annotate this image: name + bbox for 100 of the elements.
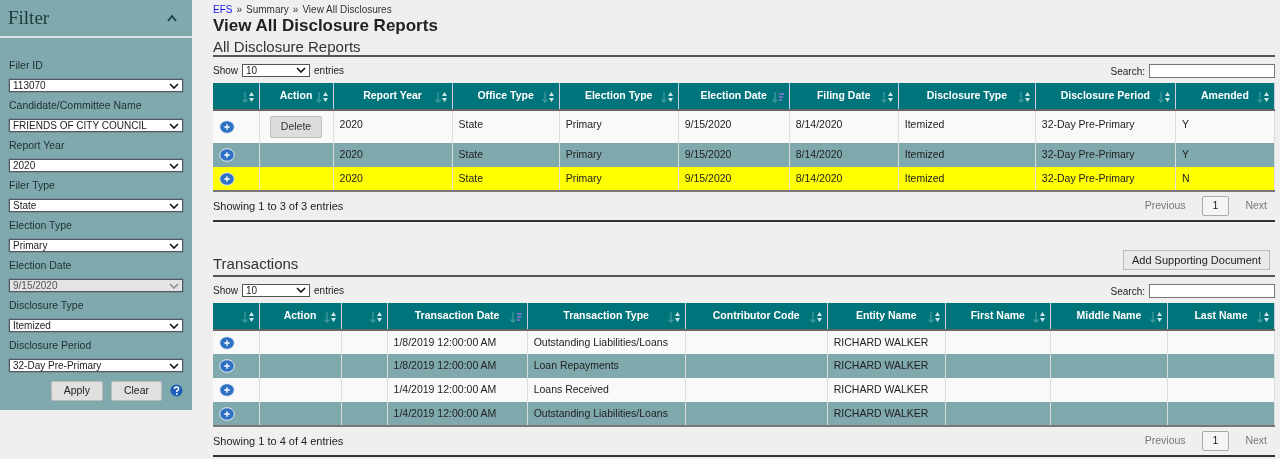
column-header[interactable]: Election Type <box>559 83 679 110</box>
table-cell: 2020 <box>339 118 363 130</box>
column-header[interactable]: Filing Date <box>789 83 899 110</box>
help-icon[interactable] <box>170 384 183 398</box>
field-label: Report Year <box>9 137 66 153</box>
table-cell: 1/8/2019 12:00:00 AM <box>393 359 497 372</box>
table-cell: 8/14/2020 <box>795 118 843 130</box>
expand-icon[interactable] <box>219 359 235 373</box>
page-length-select[interactable]: 10 <box>242 283 310 297</box>
select-field[interactable]: 32-Day Pre-Primary <box>9 359 183 372</box>
column-header[interactable]: Amended <box>1175 83 1275 110</box>
column-header[interactable]: Contributor Code <box>685 303 828 330</box>
table-cell: 2020 <box>339 171 363 184</box>
field-label: Election Date <box>9 257 73 273</box>
breadcrumb-separator: » <box>292 4 299 16</box>
column-header[interactable]: Entity Name <box>827 303 946 330</box>
table-cell: Outstanding Liabilities/Loans <box>533 335 668 348</box>
select-field[interactable]: State <box>9 199 183 212</box>
table-info: Showing 1 to 4 of 4 entries <box>213 433 344 449</box>
select-field[interactable]: FRIENDS OF CITY COUNCIL <box>9 119 183 132</box>
filter-title: Filter <box>8 6 50 30</box>
expand-icon[interactable] <box>219 148 235 162</box>
column-header[interactable]: Middle Name <box>1050 303 1168 330</box>
chevron-down-icon <box>169 202 179 209</box>
chevron-down-icon <box>169 282 179 289</box>
expand-icon[interactable] <box>219 383 235 397</box>
column-header[interactable]: Action <box>259 303 342 330</box>
column-header[interactable]: Office Type <box>452 83 560 110</box>
chevron-down-icon <box>169 162 179 169</box>
breadcrumb-link[interactable]: EFS <box>213 4 233 16</box>
column-header[interactable]: Election Date <box>678 83 790 110</box>
table-row[interactable]: 1/4/2019 12:00:00 AM Outstanding Liabilities/Loans RICHARD WALKER <box>213 402 1275 426</box>
previous-link[interactable]: Previous <box>1144 198 1186 214</box>
table-cell: Outstanding Liabilities/Loans <box>533 406 668 419</box>
expand-icon[interactable] <box>219 120 235 134</box>
column-header[interactable]: Disclosure Type <box>898 83 1036 110</box>
table-row[interactable]: 1/8/2019 12:00:00 AM Outstanding Liabilities/Loans RICHARD WALKER <box>213 330 1275 354</box>
apply-button[interactable]: Apply <box>50 381 103 401</box>
table-cell: 32-Day Pre-Primary <box>1041 171 1135 184</box>
page-length-select[interactable]: 10 <box>242 63 310 77</box>
column-header[interactable]: Transaction Type <box>527 303 686 330</box>
expand-icon[interactable] <box>219 406 235 421</box>
add-document-button[interactable]: Add Supporting Document <box>1122 249 1270 270</box>
chevron-down-icon <box>296 287 306 293</box>
entries-label: entries <box>314 63 345 78</box>
table-cell: Primary <box>565 171 602 184</box>
column-header[interactable]: Disclosure Period <box>1035 83 1176 110</box>
table-row[interactable]: Delete 2020 State Primary 9/15/2020 8/14/2020 Itemized 32-Day Pre-Primary Y <box>213 110 1275 143</box>
field-label: Disclosure Period <box>9 337 93 353</box>
page-button[interactable]: 1 <box>1201 196 1230 216</box>
table-cell: 1/8/2019 12:00:00 AM <box>393 335 497 348</box>
expand-icon[interactable] <box>219 171 235 186</box>
field-label: Filer ID <box>9 57 44 73</box>
table-cell: Loans Received <box>533 383 609 396</box>
select-field[interactable]: 113070 <box>9 79 183 92</box>
table-cell: Itemized <box>904 118 945 130</box>
next-link[interactable]: Next <box>1245 198 1267 214</box>
table-cell: 32-Day Pre-Primary <box>1041 148 1135 161</box>
column-header[interactable]: Transaction Date <box>387 303 528 330</box>
select-field[interactable]: Itemized <box>9 319 183 332</box>
chevron-down-icon <box>169 82 179 89</box>
table-cell: 8/14/2020 <box>795 171 843 184</box>
sort-header[interactable] <box>341 303 388 330</box>
column-header[interactable]: First Name <box>945 303 1051 330</box>
select-field[interactable]: 2020 <box>9 159 183 172</box>
breadcrumb-separator: » <box>236 4 242 16</box>
table-cell: RICHARD WALKER <box>833 406 929 419</box>
delete-button[interactable]: Delete <box>269 116 323 138</box>
next-link[interactable]: Next <box>1245 433 1267 449</box>
clear-button[interactable]: Clear <box>110 381 162 401</box>
table-row[interactable]: 2020 State Primary 9/15/2020 8/14/2020 Itemized 32-Day Pre-Primary N <box>213 167 1275 191</box>
previous-link[interactable]: Previous <box>1144 433 1186 449</box>
table-row[interactable]: 1/8/2019 12:00:00 AM Loan Repayments RICHARD WALKER <box>213 354 1275 378</box>
table-cell: 9/15/2020 <box>684 118 732 130</box>
table-cell: Primary <box>565 118 602 130</box>
table-cell: Primary <box>565 148 602 161</box>
column-header[interactable]: Action <box>259 83 334 110</box>
table-cell: 2020 <box>339 148 363 161</box>
table-info: Showing 1 to 3 of 3 entries <box>213 198 344 214</box>
column-header[interactable]: Last Name <box>1167 303 1275 330</box>
chevron-up-icon[interactable] <box>166 14 178 22</box>
select-field: 9/15/2020 <box>9 279 183 292</box>
search-field[interactable] <box>1149 64 1275 78</box>
field-label: Candidate/Committee Name <box>9 97 143 113</box>
chevron-down-icon <box>169 362 179 369</box>
search-label: Search: <box>1110 284 1145 299</box>
column-header[interactable]: Report Year <box>333 83 453 110</box>
table-cell: Itemized <box>904 171 945 184</box>
chevron-down-icon <box>169 122 179 129</box>
table-cell: Loan Repayments <box>533 359 619 372</box>
table-row[interactable]: 1/4/2019 12:00:00 AM Loans Received RICHARD WALKER <box>213 378 1275 402</box>
page-button[interactable]: 1 <box>1201 431 1230 451</box>
table-row[interactable]: 2020 State Primary 9/15/2020 8/14/2020 Itemized 32-Day Pre-Primary Y <box>213 143 1275 167</box>
chevron-down-icon <box>296 67 306 73</box>
search-field[interactable] <box>1149 284 1275 298</box>
table-cell: Y <box>1181 118 1189 130</box>
chevron-down-icon <box>169 322 179 329</box>
expand-icon[interactable] <box>219 335 235 350</box>
chevron-down-icon <box>169 242 179 249</box>
select-field[interactable]: Primary <box>9 239 183 252</box>
